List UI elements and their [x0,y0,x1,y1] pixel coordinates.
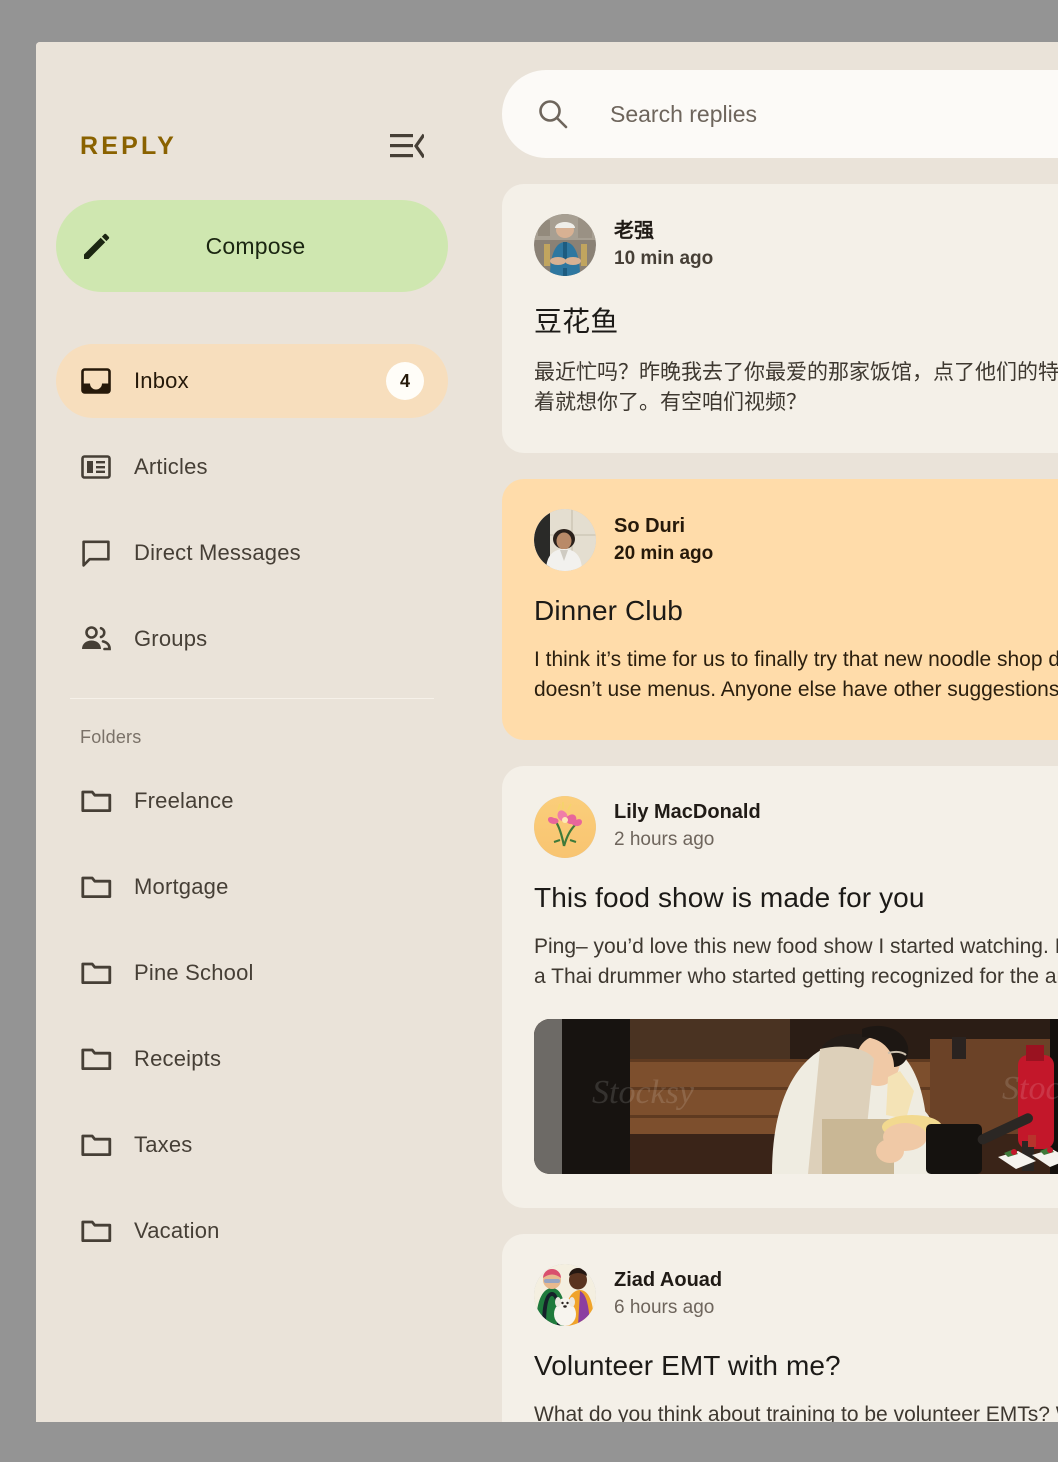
folder-item-freelance[interactable]: Freelance [56,768,448,834]
folder-label: Taxes [134,1132,193,1157]
email-header: So Duri 20 min ago [534,508,1058,571]
sidebar-item-label: Articles [134,454,208,479]
folder-item-receipts[interactable]: Receipts [56,1026,448,1092]
folder-label: Mortgage [134,874,229,899]
email-meta: 老强 10 min ago [614,219,713,272]
menu-open-icon[interactable] [390,133,426,159]
email-meta: Lily MacDonald 2 hours ago [614,800,761,853]
email-preview: I think it’s time for us to finally try … [534,647,1058,702]
folder-icon [80,957,112,989]
app-window: REPLY Compose Inbox 4 Articles Direct Me… [36,42,1058,1422]
compose-button[interactable]: Compose [56,200,448,292]
email-preview: 最近忙吗？昨晚我去了你最爱的那家饭馆，点了他们的特色菜，吃 着就想你了。有空咱们… [534,361,1058,415]
sidebar-item-inbox[interactable]: Inbox 4 [56,344,448,418]
folder-label: Pine School [134,960,254,985]
email-list-item[interactable]: Ziad Aouad 6 hours ago Volunteer EMT wit… [502,1233,1058,1422]
folder-label: Freelance [134,788,234,813]
inbox-icon [80,365,112,397]
sidebar: REPLY Compose Inbox 4 Articles Direct Me… [36,42,468,1422]
email-meta: Ziad Aouad 6 hours ago [614,1268,722,1321]
email-preview: What do you think about training to be v… [534,1402,1058,1422]
inbox-unread-badge: 4 [386,362,424,400]
people-icon [80,623,112,655]
search-bar[interactable] [502,70,1058,158]
email-subject: Dinner Club [534,594,683,626]
folders-section-label: Folders [80,727,142,747]
article-icon [80,451,112,483]
email-sender: So Duri [614,514,686,537]
folder-label: Receipts [134,1046,222,1071]
email-time: 10 min ago [614,247,714,269]
email-meta: So Duri 20 min ago [614,514,713,567]
avatar [534,508,596,571]
email-list-pane: 老强 10 min ago 豆花鱼 最近忙吗？昨晚我去了你最爱的那家饭馆，点了他… [468,42,1058,1422]
email-list-item[interactable]: Lily MacDonald 2 hours ago This food sho… [502,765,1058,1208]
svg-text:Stocksy: Stocksy [1002,1070,1058,1107]
email-subject: 豆花鱼 [534,306,619,337]
chat-bubble-icon [80,537,112,569]
email-time: 6 hours ago [614,1297,715,1319]
email-preview: Ping– you’d love this new food show I st… [534,934,1058,989]
sidebar-item-label: Direct Messages [134,540,301,565]
sidebar-item-articles[interactable]: Articles [56,430,448,504]
email-subject: Volunteer EMT with me? [534,1349,841,1381]
email-sender: Lily MacDonald [614,801,761,824]
email-header: 老强 10 min ago [534,214,1058,276]
email-sender: 老强 [614,219,654,242]
folder-icon [80,1215,112,1247]
avatar [534,1263,596,1326]
sidebar-item-label: Inbox [134,368,189,393]
folder-item-vacation[interactable]: Vacation [56,1198,448,1264]
email-time: 2 hours ago [614,829,715,851]
email-time: 20 min ago [614,542,714,564]
folder-icon [80,1043,112,1075]
email-subject: This food show is made for you [534,881,925,913]
compose-label: Compose [205,232,306,259]
folder-item-pine-school[interactable]: Pine School [56,940,448,1006]
search-icon [536,97,570,131]
folder-item-mortgage[interactable]: Mortgage [56,854,448,920]
sidebar-item-label: Groups [134,626,208,651]
primary-nav: Inbox 4 Articles Direct Messages Groups [56,344,448,676]
sidebar-header: REPLY [56,106,448,186]
pencil-icon [81,230,113,262]
sidebar-item-direct-messages[interactable]: Direct Messages [56,516,448,590]
search-input[interactable] [610,100,1058,128]
email-sender: Ziad Aouad [614,1269,723,1292]
email-attachment-image[interactable]: Stocksy Stocksy [534,1018,1058,1174]
email-list-item-selected[interactable]: So Duri 20 min ago Dinner Club I think i… [502,478,1058,740]
email-header: Lily MacDonald 2 hours ago [534,795,1058,858]
avatar [534,214,596,276]
svg-text:Stocksy: Stocksy [592,1074,695,1111]
avatar [534,795,596,858]
folder-icon [80,871,112,903]
folder-icon [80,785,112,817]
folder-item-taxes[interactable]: Taxes [56,1112,448,1178]
folder-label: Vacation [134,1218,220,1243]
folder-list: Freelance Mortgage Pine School Receipts … [56,768,448,1264]
sidebar-item-groups[interactable]: Groups [56,602,448,676]
email-header: Ziad Aouad 6 hours ago [534,1263,1058,1326]
email-list-item[interactable]: 老强 10 min ago 豆花鱼 最近忙吗？昨晚我去了你最爱的那家饭馆，点了他… [502,184,1058,453]
app-brand-title: REPLY [80,131,178,160]
folder-icon [80,1129,112,1161]
